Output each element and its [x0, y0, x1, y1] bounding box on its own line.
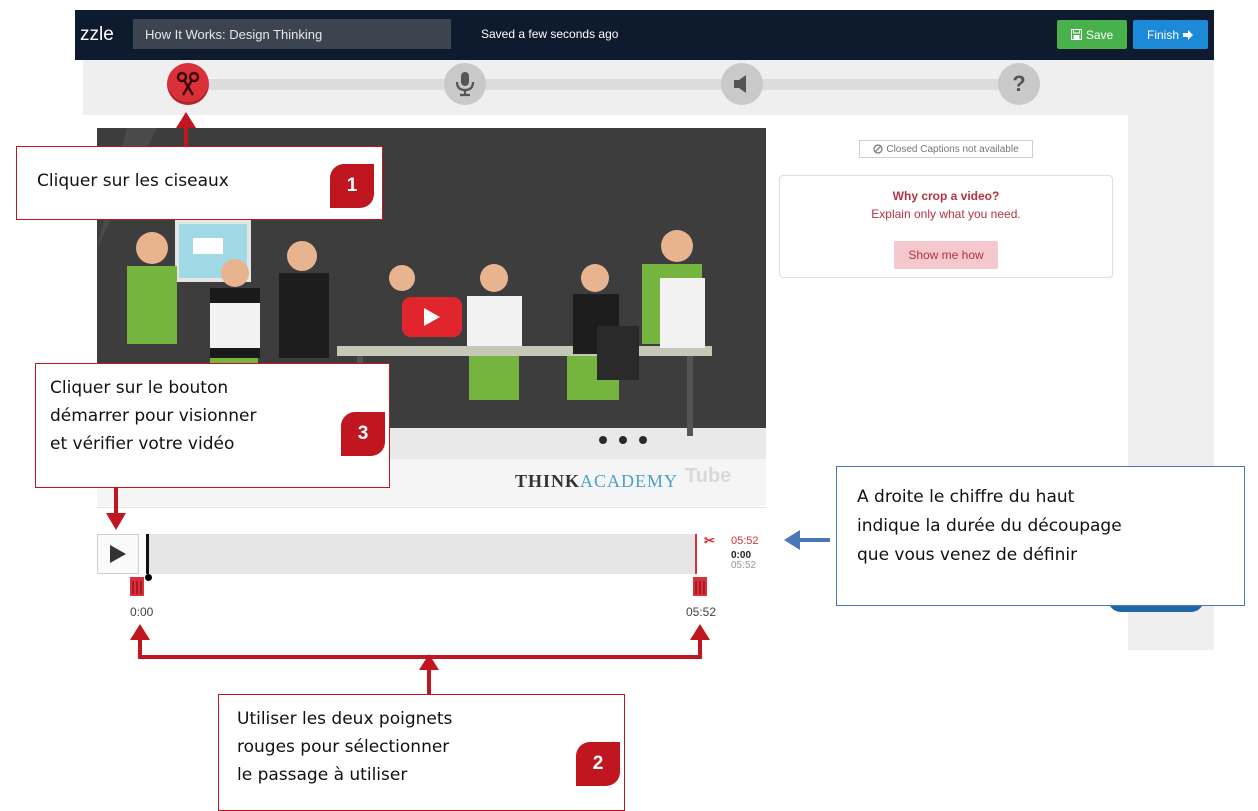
callout-duration-line-2: indique la durée du découpage — [857, 516, 1122, 536]
callout-scissors-text: Cliquer sur les ciseaux — [37, 171, 229, 191]
callout-play-line-1: Cliquer sur le bouton — [50, 378, 229, 398]
callout-handles-line-3: le passage à utiliser — [237, 765, 408, 785]
callout-duration-line-1: A droite le chiffre du haut — [857, 487, 1075, 507]
callout-duration: A droite le chiffre du haut indique la d… — [836, 466, 1245, 606]
callout-duration-line-3: que vous venez de définir — [857, 545, 1078, 565]
callout-play-line-3: et vérifier votre vidéo — [50, 434, 235, 454]
callout-play-line-2: démarrer pour visionner — [50, 406, 257, 426]
step-badge-1: 1 — [330, 164, 374, 208]
callout-scissors: Cliquer sur les ciseaux — [16, 146, 383, 220]
callout-handles-line-1: Utiliser les deux poignets — [237, 709, 453, 729]
step-badge-2: 2 — [576, 742, 620, 786]
callout-handles-line-2: rouges pour sélectionner — [237, 737, 450, 757]
step-badge-3: 3 — [341, 412, 385, 456]
callout-handles: Utiliser les deux poignets rouges pour s… — [218, 694, 625, 811]
callout-play: Cliquer sur le bouton démarrer pour visi… — [35, 363, 390, 488]
